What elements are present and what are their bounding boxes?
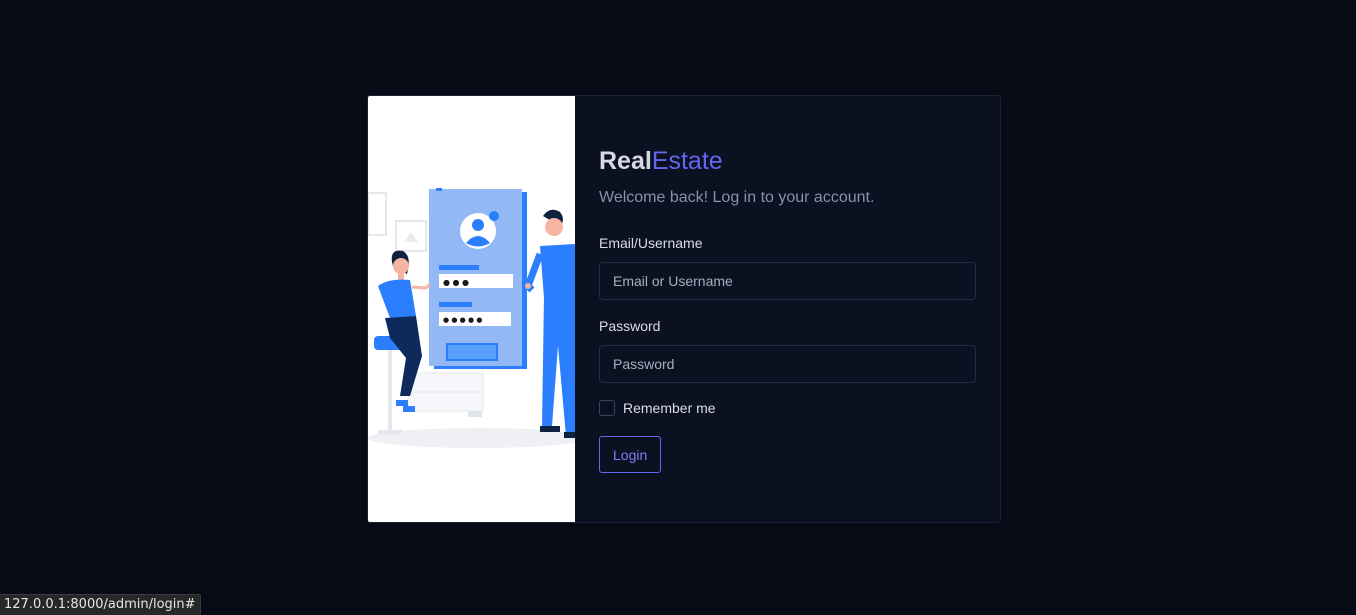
login-illustration: ● ● ● ● ● ● ● ● xyxy=(368,96,575,522)
welcome-subtitle: Welcome back! Log in to your account. xyxy=(599,189,875,206)
email-input[interactable] xyxy=(599,262,976,300)
remember-me-row[interactable]: Remember me xyxy=(599,400,716,416)
password-dots-1: ● ● ● xyxy=(443,278,469,287)
login-card: ● ● ● ● ● ● ● ● RealEstate Welcome back!… xyxy=(367,95,1001,523)
password-input[interactable] xyxy=(599,345,976,383)
password-label: Password xyxy=(599,318,661,334)
browser-status-url: 127.0.0.1:8000/admin/login# xyxy=(0,594,201,615)
login-button[interactable]: Login xyxy=(599,436,662,473)
remember-me-checkbox[interactable] xyxy=(599,400,615,416)
login-illustration-graphic: ● ● ● ● ● ● ● ● xyxy=(368,188,575,448)
brand-name-real: Real xyxy=(599,147,652,175)
brand-logo: RealEstate xyxy=(599,146,723,176)
login-form-panel: RealEstate Welcome back! Log in to your … xyxy=(575,96,1000,522)
password-dots-2: ● ● ● ● ● xyxy=(443,316,482,324)
remember-me-label[interactable]: Remember me xyxy=(623,400,716,416)
email-label: Email/Username xyxy=(599,235,703,251)
brand-name-estate: Estate xyxy=(651,147,723,175)
